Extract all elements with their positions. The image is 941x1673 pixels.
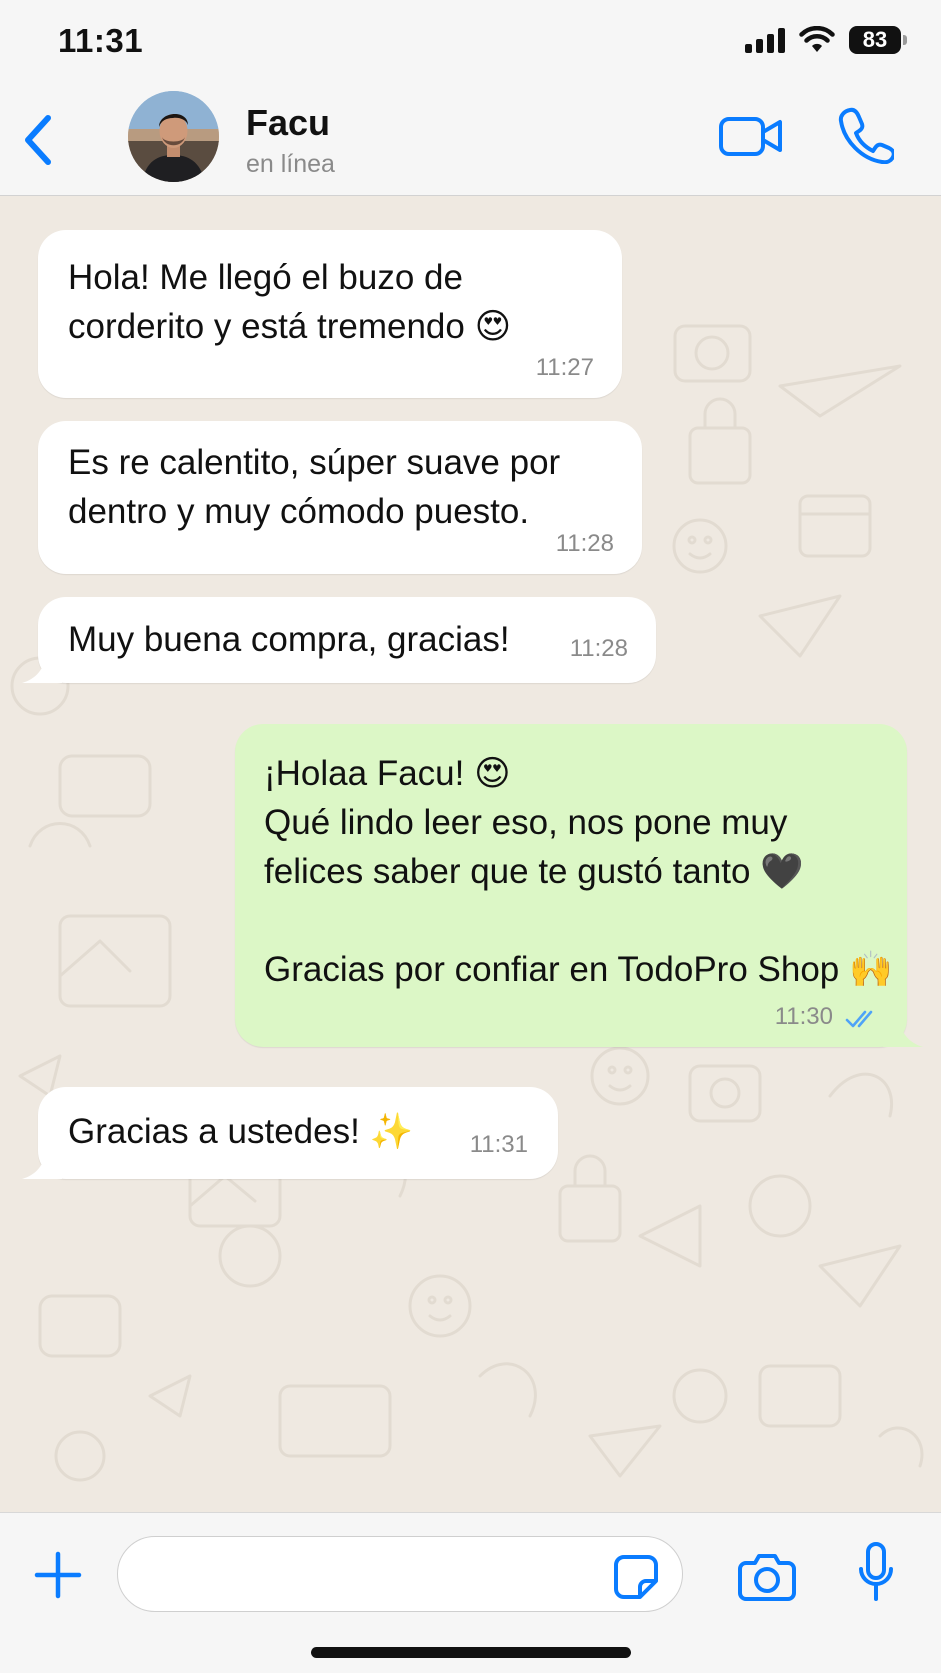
status-bar: 11:31 83	[0, 0, 941, 84]
status-time: 11:31	[58, 22, 144, 59]
video-camera-icon[interactable]	[718, 112, 784, 160]
bubble-tail	[883, 1019, 923, 1047]
phone-icon[interactable]	[838, 106, 894, 164]
avatar-photo	[128, 91, 219, 182]
chat-header: Facu en línea	[0, 84, 941, 196]
message-time: 11:28	[555, 530, 614, 557]
contact-name[interactable]: Facu	[246, 102, 330, 144]
battery-icon: 83	[849, 26, 907, 54]
message-text: Hola! Me llegó el buzo de corderito y es…	[68, 258, 512, 346]
message-incoming[interactable]: Hola! Me llegó el buzo de corderito y es…	[38, 230, 622, 398]
message-text: ¡Holaa Facu! 😍 Qué lindo leer eso, nos p…	[264, 754, 893, 989]
microphone-icon[interactable]	[858, 1541, 894, 1603]
message-text: Gracias a ustedes! ✨	[68, 1112, 414, 1151]
bubble-tail	[22, 1151, 62, 1179]
chat-area[interactable]: Hola! Me llegó el buzo de corderito y es…	[0, 196, 941, 1512]
signal-icon	[745, 27, 785, 53]
home-indicator[interactable]	[311, 1647, 631, 1658]
status-icons: 83	[745, 24, 907, 56]
plus-icon[interactable]	[34, 1551, 82, 1599]
message-outgoing[interactable]: ¡Holaa Facu! 😍 Qué lindo leer eso, nos p…	[235, 724, 923, 1047]
message-incoming[interactable]: Es re calentito, súper suave por dentro …	[38, 421, 642, 574]
battery-level: 83	[862, 27, 888, 52]
message-input[interactable]	[117, 1536, 683, 1612]
message-time: 11:27	[535, 354, 594, 381]
contact-status: en línea	[246, 150, 335, 178]
camera-icon[interactable]	[738, 1551, 796, 1601]
chevron-left-icon[interactable]	[18, 110, 58, 170]
message-text: Es re calentito, súper suave por dentro …	[68, 443, 561, 531]
message-incoming[interactable]: Muy buena compra, gracias! 11:28	[22, 597, 656, 683]
message-time: 11:31	[469, 1131, 528, 1158]
message-time: 11:28	[569, 635, 628, 662]
sticker-icon[interactable]	[612, 1553, 660, 1601]
avatar[interactable]	[128, 91, 219, 182]
message-text: Muy buena compra, gracias!	[68, 620, 510, 659]
wifi-icon	[799, 26, 835, 52]
message-incoming[interactable]: Gracias a ustedes! ✨ 11:31	[22, 1087, 558, 1179]
read-receipt-icon	[845, 1010, 873, 1028]
input-bar	[0, 1512, 941, 1673]
bubble-tail	[22, 655, 62, 683]
message-time: 11:30	[774, 1003, 833, 1030]
